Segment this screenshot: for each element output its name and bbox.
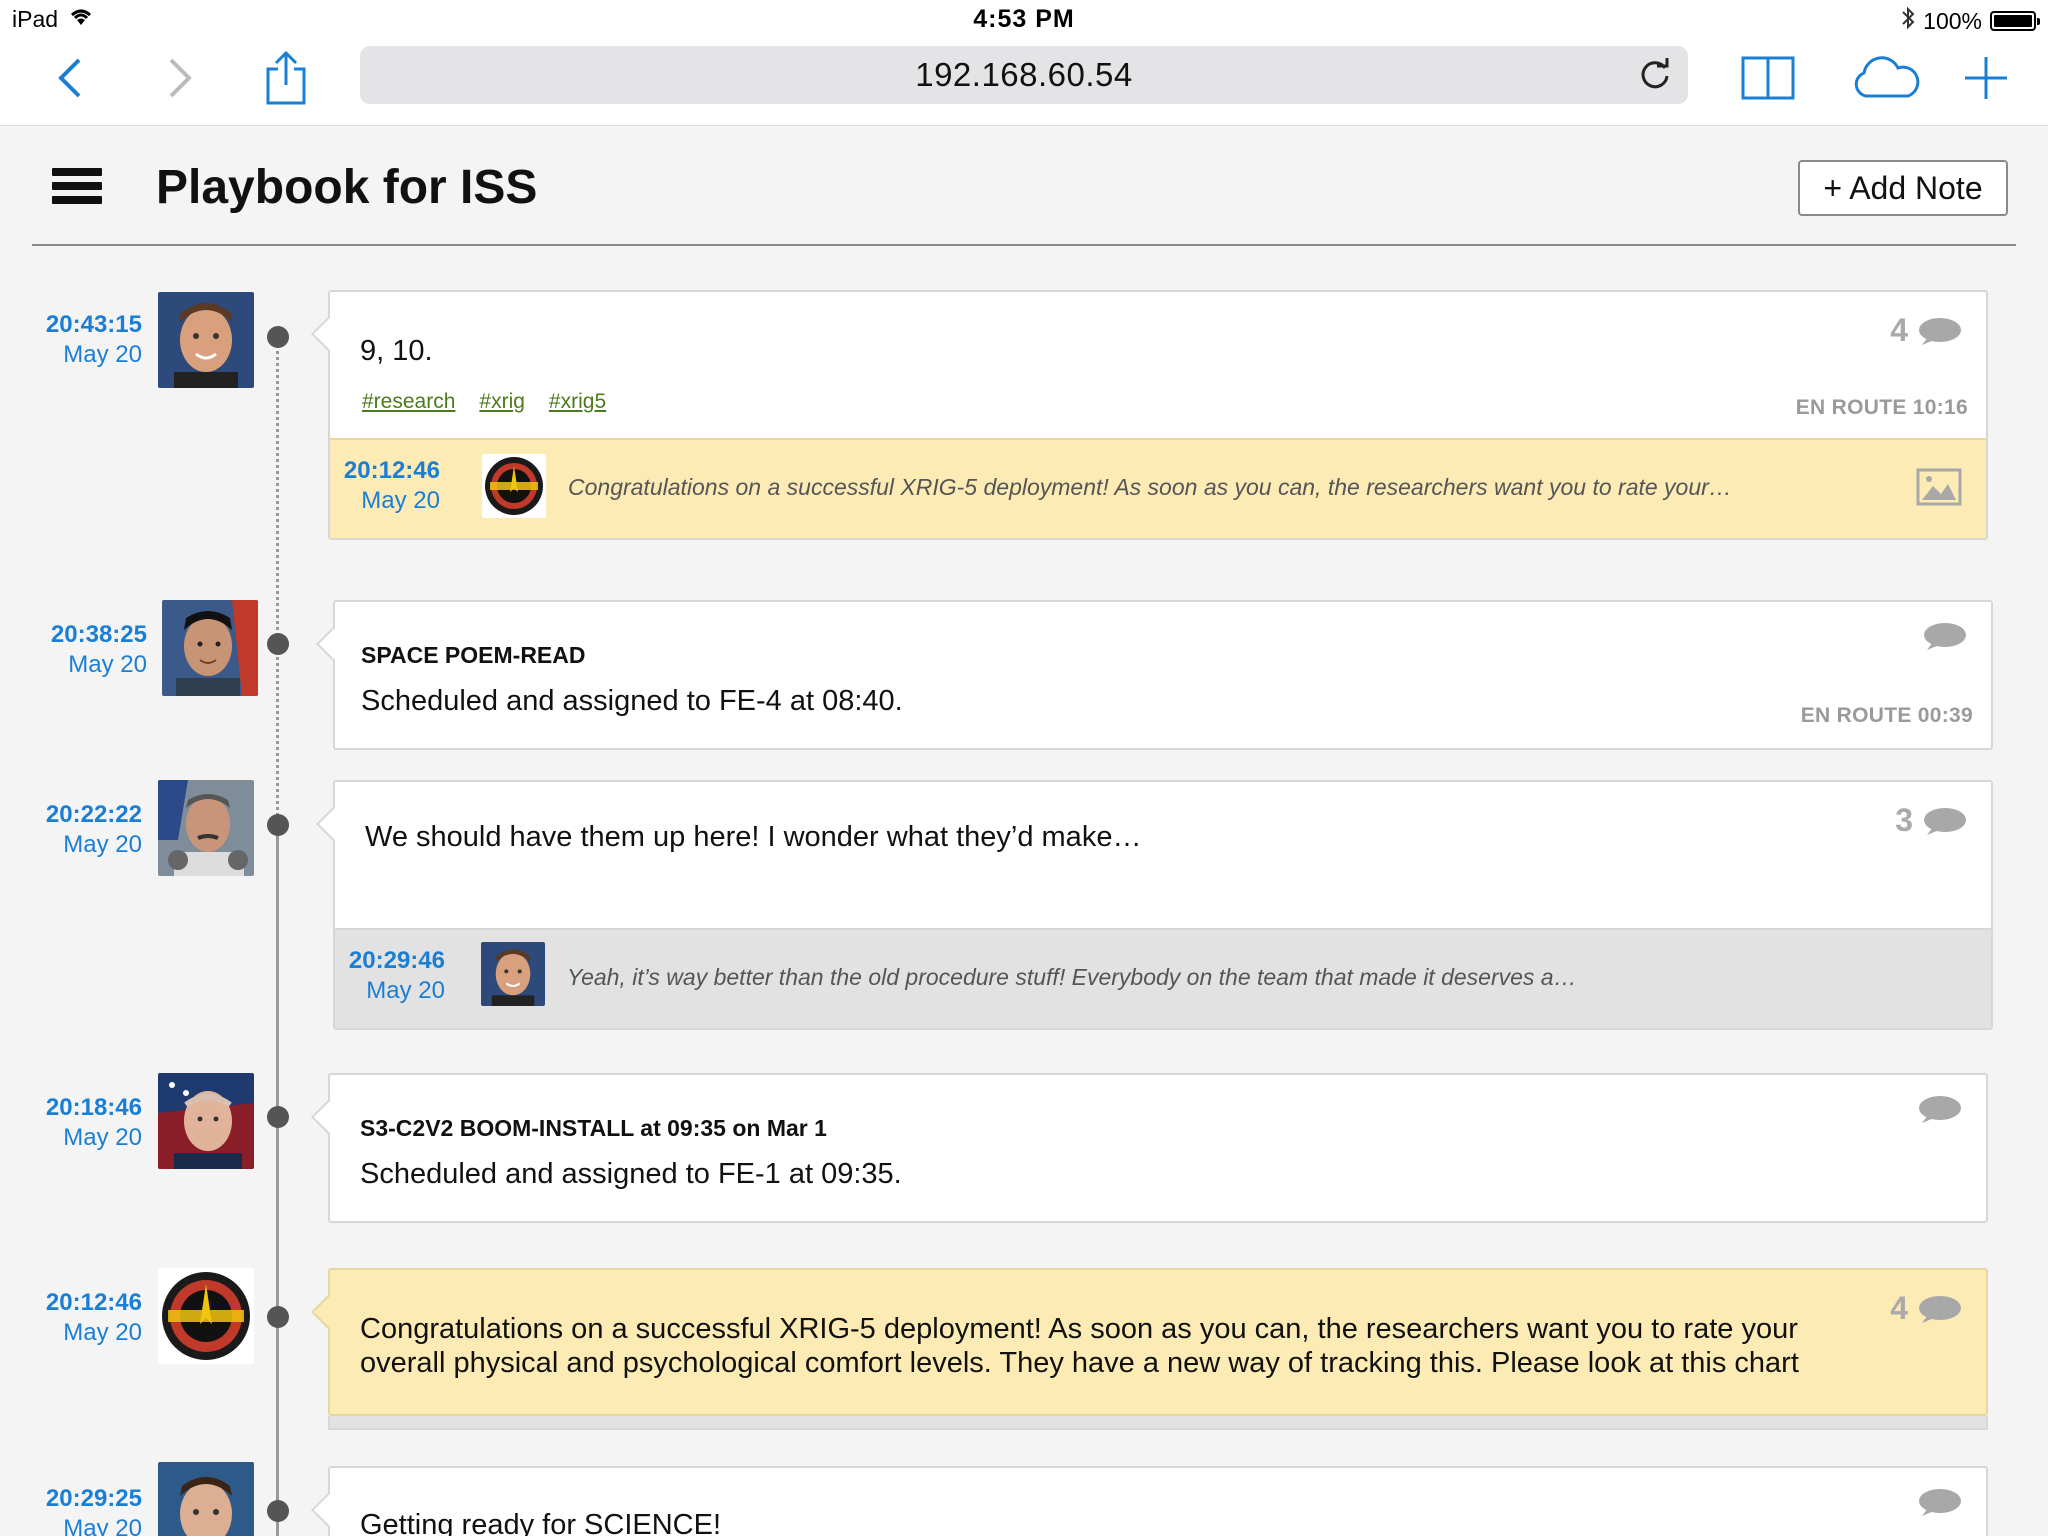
add-note-button[interactable]: + Add Note xyxy=(1798,160,2008,216)
note-heading: SPACE POEM-READ xyxy=(361,642,586,668)
reply-text: Congratulations on a successful XRIG-5 d… xyxy=(568,474,1732,500)
app-header: Playbook for ISS + Add Note xyxy=(32,126,2016,246)
card-footer-strip xyxy=(328,1416,1988,1430)
timestamp: 20:29:25 May 20 xyxy=(45,1485,142,1536)
comment-bubble-icon xyxy=(1919,1295,1961,1323)
comment-count[interactable]: 4 xyxy=(1890,1290,1962,1327)
timeline-dot xyxy=(267,1500,289,1522)
note-card[interactable]: Congratulations on a successful XRIG-5 d… xyxy=(311,1268,1988,1416)
clock: 4:53 PM xyxy=(973,5,1075,33)
avatar[interactable] xyxy=(158,1268,254,1364)
tag-link[interactable]: #xrig xyxy=(479,390,525,414)
reply-timestamp: 20:12:46 May 20 xyxy=(343,457,440,514)
comment-count[interactable] xyxy=(1908,1488,1962,1516)
en-route-label: EN ROUTE 00:39 xyxy=(1800,704,1973,727)
tag-list: #research #xrig #xrig5 xyxy=(362,390,606,414)
bookmarks-button[interactable] xyxy=(1736,46,1800,110)
book-icon xyxy=(1741,56,1795,100)
note-text-line: Congratulations on a successful XRIG-5 d… xyxy=(360,1313,1798,1345)
timestamp: 20:12:46 May 20 xyxy=(45,1289,142,1346)
avatar[interactable] xyxy=(158,780,254,876)
tag-link[interactable]: #xrig5 xyxy=(549,390,606,414)
note-card[interactable]: 9, 10. #research #xrig #xrig5 4 EN ROUTE… xyxy=(311,290,1988,540)
note-text: Scheduled and assigned to FE-1 at 09:35. xyxy=(360,1158,902,1190)
timeline-dot xyxy=(267,326,289,348)
note-text: Scheduled and assigned to FE-4 at 08:40. xyxy=(361,685,903,717)
comment-bubble-icon xyxy=(1919,317,1961,345)
plus-icon xyxy=(1965,57,2007,99)
cloud-icon xyxy=(1854,56,1920,98)
bluetooth-icon xyxy=(1901,6,1915,36)
avatar[interactable] xyxy=(158,292,254,388)
timeline-dot xyxy=(267,633,289,655)
timestamp: 20:18:46 May 20 xyxy=(45,1094,142,1151)
timeline-dot xyxy=(267,1306,289,1328)
reply-avatar[interactable] xyxy=(481,942,545,1006)
chevron-right-icon xyxy=(169,58,192,98)
note-card[interactable]: Getting ready for SCIENCE! xyxy=(311,1466,1988,1536)
address-bar[interactable]: 192.168.60.54 xyxy=(360,46,1688,104)
comment-bubble-icon xyxy=(1924,623,1966,650)
timestamp: 20:22:22 May 20 xyxy=(45,801,142,858)
note-text: Getting ready for SCIENCE! xyxy=(360,1509,722,1536)
avatar[interactable] xyxy=(162,600,258,696)
page-title: Playbook for ISS xyxy=(156,161,538,214)
url-text: 192.168.60.54 xyxy=(915,56,1133,93)
comment-bubble-icon xyxy=(1924,807,1966,835)
note-text-line: overall physical and psychological comfo… xyxy=(360,1347,1799,1379)
timeline-dot xyxy=(267,1106,289,1128)
tag-link[interactable]: #research xyxy=(362,390,455,414)
reply-timestamp: 20:29:46 May 20 xyxy=(348,947,445,1004)
reply-text: Yeah, it’s way better than the old proce… xyxy=(567,964,1577,990)
comment-count[interactable] xyxy=(1913,622,1967,650)
timestamp: 20:43:15 May 20 xyxy=(45,311,142,368)
note-heading: S3-C2V2 BOOM-INSTALL at 09:35 on Mar 1 xyxy=(360,1115,827,1141)
latest-reply[interactable]: 20:29:46 May 20 Yeah, it’s way better th… xyxy=(335,928,1991,1028)
comment-bubble-icon xyxy=(1919,1489,1961,1516)
comment-bubble-icon xyxy=(1919,1096,1961,1123)
new-tab-button[interactable] xyxy=(1954,46,2018,110)
status-bar: iPad 4:53 PM 100% xyxy=(0,0,2048,40)
note-text: Congratulations on a successful XRIG-5 d… xyxy=(360,1312,1799,1380)
share-button[interactable] xyxy=(254,46,318,110)
timeline-dot xyxy=(267,814,289,836)
browser-toolbar: 192.168.60.54 xyxy=(0,40,2048,126)
timeline-line xyxy=(276,820,279,1536)
latest-reply[interactable]: 20:12:46 May 20 Congratulations on a suc… xyxy=(330,438,1986,538)
comment-count[interactable]: 3 xyxy=(1895,802,1967,839)
chevron-left-icon xyxy=(58,58,81,98)
timestamp: 20:38:25 May 20 xyxy=(50,621,147,678)
battery-icon xyxy=(1990,11,2040,31)
flight-ops-logo xyxy=(158,1268,254,1364)
note-text: We should have them up here! I wonder wh… xyxy=(365,821,1142,853)
comment-count[interactable]: 4 xyxy=(1890,312,1962,349)
flight-ops-logo xyxy=(482,454,546,518)
comment-count[interactable] xyxy=(1908,1095,1962,1123)
note-card[interactable]: We should have them up here! I wonder wh… xyxy=(316,780,1993,1030)
icloud-tabs-button[interactable] xyxy=(1848,46,1924,110)
menu-icon[interactable] xyxy=(52,168,102,208)
reload-icon[interactable] xyxy=(1636,56,1674,94)
note-card[interactable]: SPACE POEM-READ Scheduled and assigned t… xyxy=(316,600,1993,750)
note-card[interactable]: S3-C2V2 BOOM-INSTALL at 09:35 on Mar 1 S… xyxy=(311,1073,1988,1223)
en-route-label: EN ROUTE 10:16 xyxy=(1795,396,1968,419)
note-text: 9, 10. xyxy=(360,335,433,367)
share-icon xyxy=(266,51,306,105)
back-button[interactable] xyxy=(38,46,102,110)
forward-button[interactable] xyxy=(148,46,212,110)
reply-avatar[interactable] xyxy=(482,454,546,518)
avatar[interactable] xyxy=(158,1462,254,1536)
image-icon[interactable] xyxy=(1916,468,1962,506)
avatar[interactable] xyxy=(158,1073,254,1169)
timeline-line xyxy=(276,340,279,840)
battery-percent: 100% xyxy=(1923,7,1982,34)
